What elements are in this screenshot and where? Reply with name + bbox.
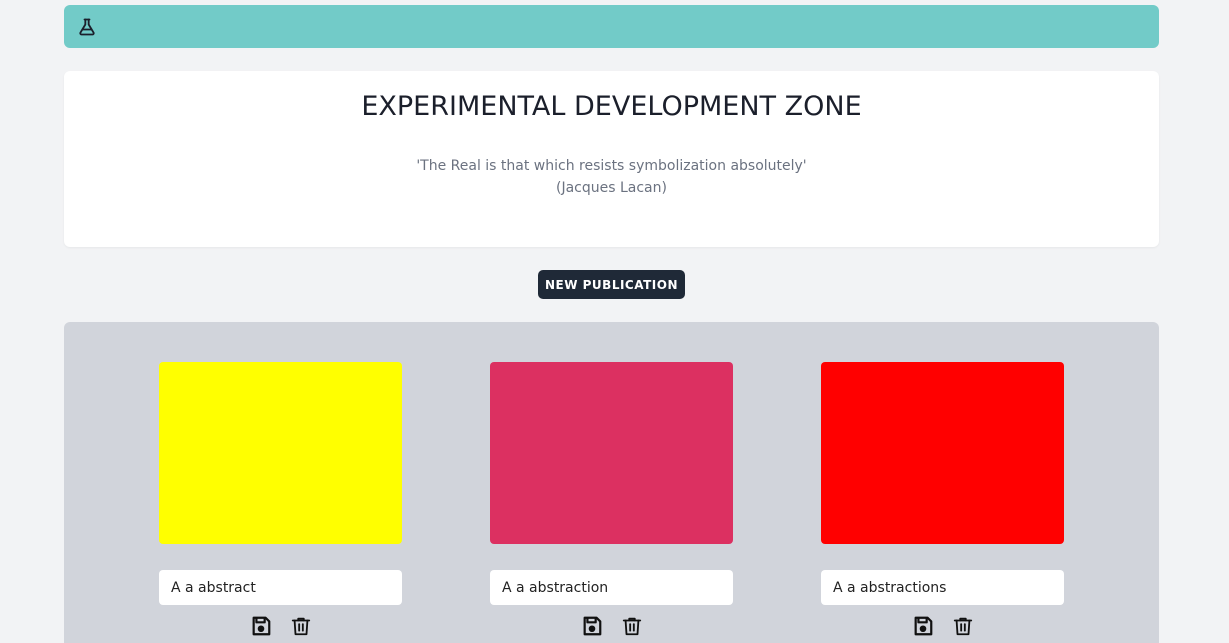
floppy-disk-icon[interactable] — [250, 615, 272, 637]
quote-text: 'The Real is that which resists symboliz… — [416, 158, 807, 174]
card-actions — [159, 615, 402, 637]
hero-card: EXPERIMENTAL DEVELOPMENT ZONE 'The Real … — [64, 71, 1159, 247]
flask-icon[interactable] — [76, 16, 98, 38]
trash-icon[interactable] — [621, 615, 643, 637]
quote-author: (Jacques Lacan) — [556, 180, 667, 196]
card-actions — [821, 615, 1064, 637]
page-title: EXPERIMENTAL DEVELOPMENT ZONE — [361, 91, 862, 122]
trash-icon[interactable] — [952, 615, 974, 637]
publication-title-input[interactable] — [821, 570, 1064, 605]
color-swatch[interactable] — [821, 362, 1064, 544]
publication-card — [490, 362, 733, 637]
publication-gallery — [64, 322, 1159, 643]
publication-card — [159, 362, 402, 637]
card-actions — [490, 615, 733, 637]
color-swatch[interactable] — [159, 362, 402, 544]
publication-title-input[interactable] — [490, 570, 733, 605]
color-swatch[interactable] — [490, 362, 733, 544]
top-bar — [64, 5, 1159, 48]
floppy-disk-icon[interactable] — [581, 615, 603, 637]
publication-title-input[interactable] — [159, 570, 402, 605]
new-publication-button[interactable]: NEW PUBLICATION — [538, 270, 685, 299]
floppy-disk-icon[interactable] — [912, 615, 934, 637]
publication-card — [821, 362, 1064, 637]
trash-icon[interactable] — [290, 615, 312, 637]
quote-block: 'The Real is that which resists symboliz… — [64, 155, 1159, 199]
